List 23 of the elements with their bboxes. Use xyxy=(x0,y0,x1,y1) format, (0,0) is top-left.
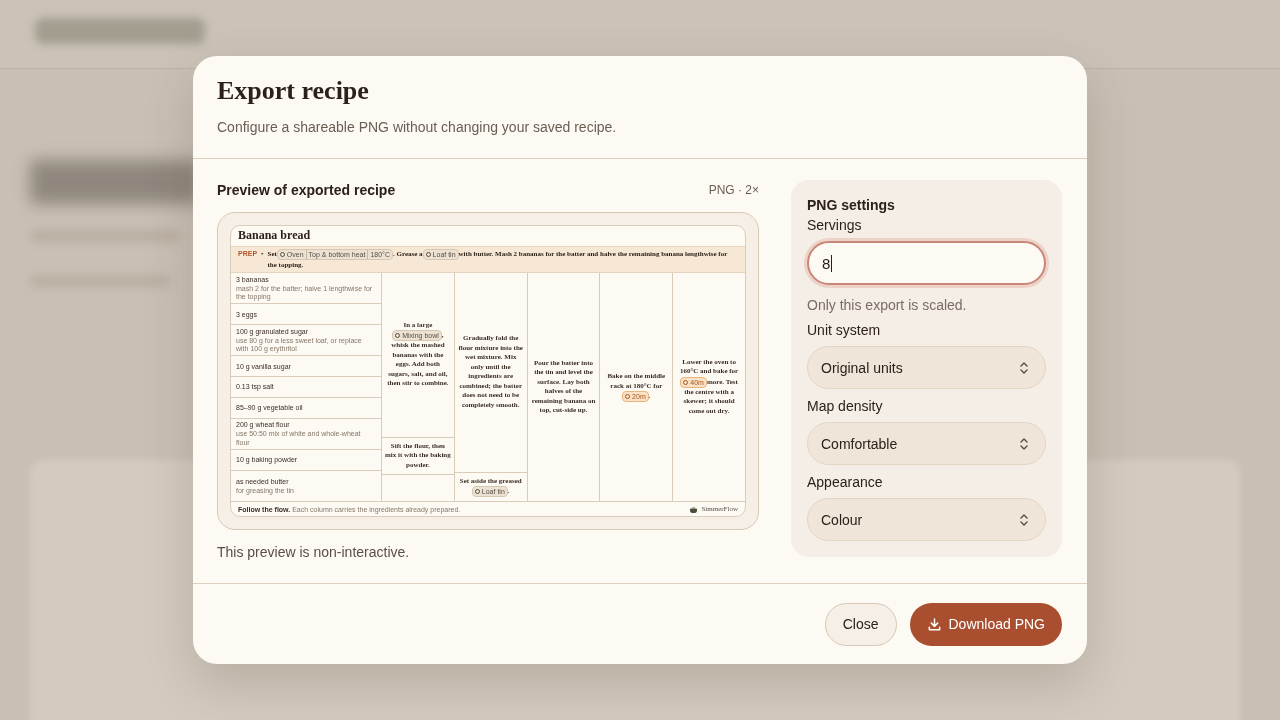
close-button[interactable]: Close xyxy=(824,602,897,646)
chevron-up-down-icon xyxy=(1019,360,1029,375)
chevron-up-down-icon xyxy=(1019,512,1029,527)
select-field[interactable]: Colour xyxy=(807,498,1046,541)
field-label: Unit system xyxy=(807,322,882,338)
dialog-title: Export recipe xyxy=(217,76,370,106)
field-label: Servings xyxy=(807,217,863,233)
format-label: PNG · 2× xyxy=(708,183,759,197)
select-field[interactable]: Original units xyxy=(807,346,1046,389)
pot-icon xyxy=(689,505,699,513)
download-icon xyxy=(926,616,942,632)
settings-title: PNG settings xyxy=(807,197,896,213)
dialog-subtitle: Configure a shareable PNG without changing your saved recipe. xyxy=(217,119,618,135)
preview-heading: Preview of exported recipe xyxy=(217,182,396,198)
field-label: Map density xyxy=(807,398,884,414)
select-field[interactable]: Comfortable xyxy=(807,422,1046,465)
field-hint: Only this export is scaled. xyxy=(807,297,968,313)
recipe-title: Banana bread xyxy=(237,227,312,244)
servings-field[interactable]: 8 xyxy=(807,241,1046,285)
preview-note: This preview is non-interactive. xyxy=(217,544,411,560)
download-button[interactable]: Download PNG xyxy=(909,602,1062,646)
field-label: Appearance xyxy=(807,474,884,490)
chevron-up-down-icon xyxy=(1019,436,1029,451)
